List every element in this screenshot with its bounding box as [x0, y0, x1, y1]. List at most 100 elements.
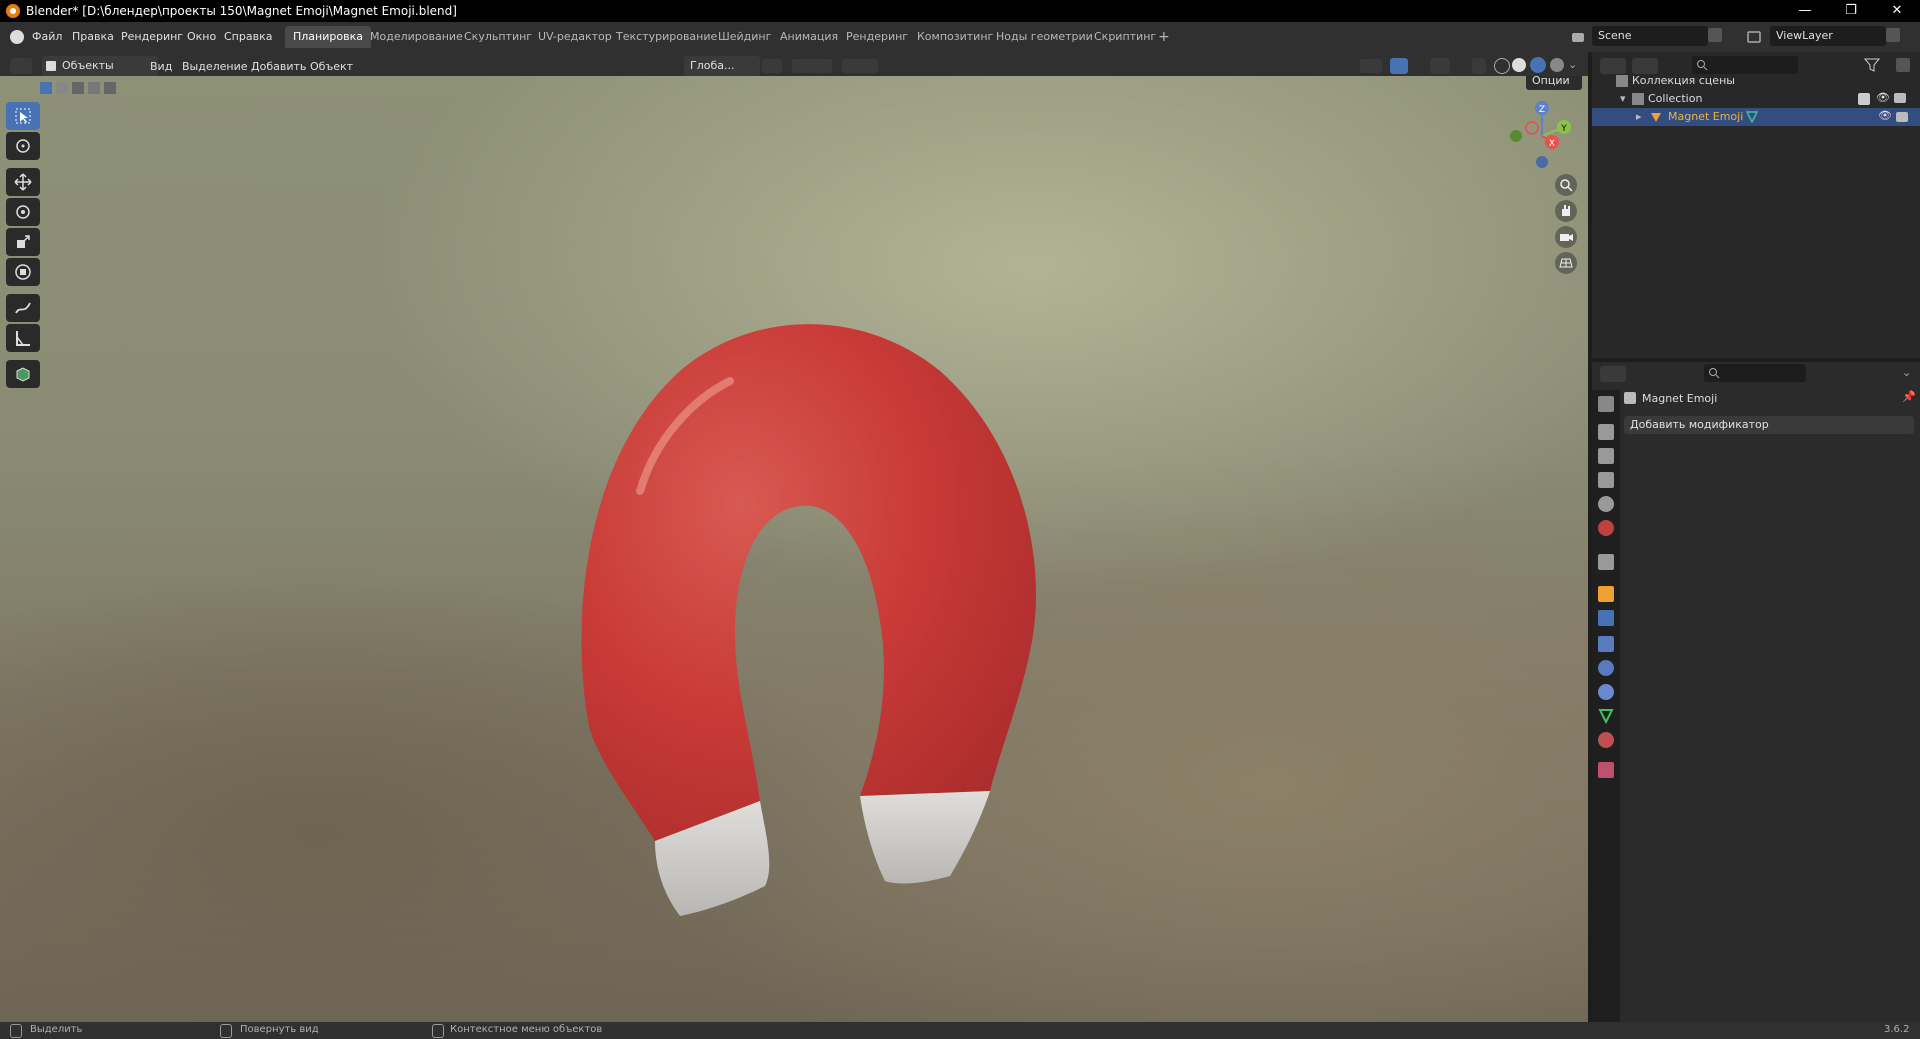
properties-options-icon[interactable]: ⌄: [1902, 366, 1911, 379]
tab-rendering[interactable]: Рендеринг: [838, 26, 916, 48]
pan-hand-icon[interactable]: [1555, 200, 1577, 222]
eye-icon[interactable]: 👁: [1876, 91, 1890, 104]
object-camera-render-icon[interactable]: [1896, 112, 1908, 122]
render-properties-icon[interactable]: [1598, 424, 1614, 440]
magnet-emoji-object[interactable]: [560, 301, 1060, 941]
view-layer-properties-icon[interactable]: [1598, 472, 1614, 488]
perspective-grid-icon[interactable]: [1555, 252, 1577, 274]
world-properties-icon[interactable]: [1598, 520, 1614, 536]
search-icon: [1697, 60, 1708, 71]
scene-icon[interactable]: [1570, 29, 1586, 45]
menu-edit[interactable]: Правка: [72, 30, 114, 43]
measure-icon: [16, 331, 30, 346]
solid-shading-icon[interactable]: [1512, 58, 1526, 72]
snap-icon[interactable]: [792, 59, 832, 73]
modifier-properties-icon[interactable]: [1598, 610, 1614, 626]
scale-tool-button[interactable]: [6, 228, 40, 256]
selection-mode-icons[interactable]: [40, 80, 120, 96]
properties-search-input[interactable]: [1704, 364, 1806, 382]
material-properties-icon[interactable]: [1598, 732, 1614, 748]
cursor-tool-button[interactable]: [6, 132, 40, 160]
physics-properties-icon[interactable]: [1598, 660, 1614, 676]
select-box-icon: [15, 108, 31, 124]
tab-modeling[interactable]: Моделирование: [362, 26, 471, 48]
add-modifier-dropdown[interactable]: Добавить модификатор: [1624, 416, 1914, 434]
wireframe-shading-icon[interactable]: [1494, 58, 1510, 74]
collection-checkbox-icon[interactable]: [1858, 93, 1870, 105]
view-layer-icon[interactable]: [1746, 29, 1762, 45]
menu-render[interactable]: Рендеринг: [121, 30, 183, 43]
scene-properties-icon[interactable]: [1598, 496, 1614, 512]
editor-type-icon[interactable]: [10, 58, 32, 74]
new-collection-icon[interactable]: [1896, 58, 1910, 72]
new-scene-icon[interactable]: [1708, 28, 1722, 42]
tab-sculpting[interactable]: Скульптинг: [456, 26, 540, 48]
select-tool-button[interactable]: [6, 102, 40, 130]
minimize-button[interactable]: —: [1782, 0, 1828, 22]
transform-orientation-selector[interactable]: Глоба...: [684, 56, 760, 76]
move-tool-button[interactable]: [6, 168, 40, 196]
view-layer-selector[interactable]: ViewLayer: [1770, 26, 1886, 46]
tool-properties-icon[interactable]: [1598, 396, 1614, 412]
texture-properties-icon[interactable]: [1598, 762, 1614, 778]
tab-uv-editing[interactable]: UV-редактор: [530, 26, 620, 48]
menu-file[interactable]: Файл: [32, 30, 62, 43]
maximize-button[interactable]: ❐: [1828, 0, 1874, 22]
close-button[interactable]: ✕: [1874, 0, 1920, 22]
tab-texture-paint[interactable]: Текстурирование: [608, 26, 725, 48]
object-eye-icon[interactable]: 👁: [1878, 109, 1892, 122]
particles-properties-icon[interactable]: [1598, 636, 1614, 652]
menu-view[interactable]: Вид: [150, 60, 172, 73]
tab-animation[interactable]: Анимация: [772, 26, 846, 48]
rotate-tool-button[interactable]: [6, 198, 40, 226]
new-view-layer-icon[interactable]: [1886, 28, 1900, 42]
status-rotate-view: Повернуть вид: [240, 1024, 319, 1035]
annotate-tool-button[interactable]: [6, 294, 40, 322]
properties-editor-type-icon[interactable]: [1600, 366, 1626, 382]
object-properties-icon[interactable]: [1598, 586, 1614, 602]
gizmo-toggle-icon[interactable]: [1390, 58, 1408, 74]
collapse-arrow-icon[interactable]: ▾: [1620, 92, 1626, 105]
menu-window[interactable]: Окно: [187, 30, 216, 43]
proportional-editing-icon[interactable]: [842, 59, 878, 73]
3d-viewport[interactable]: Опции Z Y X: [0, 76, 1588, 1022]
tab-shading[interactable]: Шейдинг: [710, 26, 779, 48]
blender-menu-icon[interactable]: [10, 30, 24, 44]
navigation-gizmo[interactable]: Z Y X: [1500, 96, 1580, 176]
mode-selector[interactable]: Объекты: [42, 56, 158, 76]
collection-properties-icon[interactable]: [1598, 554, 1614, 570]
transform-tool-button[interactable]: [6, 258, 40, 286]
material-preview-icon[interactable]: [1530, 57, 1546, 73]
outliner-item-magnet-emoji[interactable]: ▸ Magnet Emoji 👁: [1592, 108, 1920, 126]
shading-options-icon[interactable]: ⌄: [1568, 58, 1580, 72]
output-properties-icon[interactable]: [1598, 448, 1614, 464]
zoom-icon[interactable]: [1555, 174, 1577, 196]
camera-render-icon[interactable]: [1894, 93, 1906, 103]
tab-geometry-nodes[interactable]: Ноды геометрии: [988, 26, 1101, 48]
mouse-left-icon: [10, 1024, 22, 1038]
menu-object[interactable]: Объект: [310, 60, 353, 73]
menu-select[interactable]: Выделение: [182, 60, 248, 73]
constraints-properties-icon[interactable]: [1598, 684, 1614, 700]
menu-add[interactable]: Добавить: [251, 60, 306, 73]
tab-layout[interactable]: Планировка: [285, 26, 371, 48]
collection-row[interactable]: ▾ Collection 👁: [1612, 90, 1912, 108]
overlays-icon[interactable]: [1430, 58, 1450, 74]
pin-icon[interactable]: 📌: [1902, 390, 1916, 403]
collection-icon: [1632, 93, 1644, 105]
scene-collection-row[interactable]: Коллекция сцены: [1612, 72, 1912, 90]
add-cube-tool-button[interactable]: [6, 360, 40, 388]
menu-help[interactable]: Справка: [224, 30, 272, 43]
expand-arrow-icon[interactable]: ▸: [1636, 110, 1642, 123]
options-dropdown[interactable]: Опции: [1526, 76, 1582, 90]
camera-view-icon[interactable]: [1555, 226, 1577, 248]
rendered-shading-icon[interactable]: [1550, 58, 1564, 72]
pivot-point-icon[interactable]: [762, 59, 782, 73]
add-workspace-button[interactable]: +: [1150, 26, 1178, 48]
visibility-icon[interactable]: [1360, 59, 1382, 73]
mesh-data-properties-icon[interactable]: [1598, 708, 1614, 725]
rotate-icon: [16, 205, 30, 219]
measure-tool-button[interactable]: [6, 324, 40, 352]
xray-icon[interactable]: [1472, 58, 1486, 74]
scene-selector[interactable]: Scene: [1592, 26, 1708, 46]
